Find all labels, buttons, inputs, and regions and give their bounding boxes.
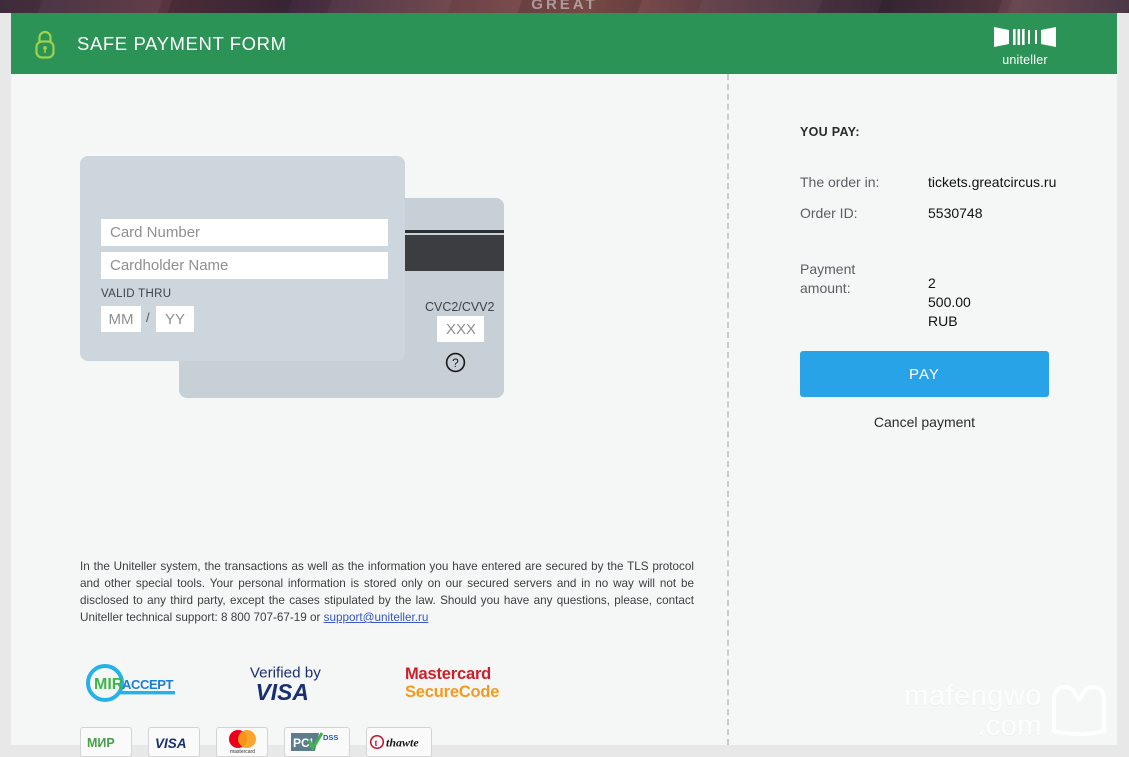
mastercard-securecode-line2: SecureCode [405,683,500,701]
padlock-icon [35,30,55,59]
payment-page: SAFE PAYMENT FORM uniteller CVC2/CVV2 XX… [11,13,1117,757]
site-background-word: GREAT [531,0,598,13]
pci-dss-badge: PCI DSS [284,727,350,757]
cvv-input-box[interactable] [437,316,484,342]
thawte-badge: t thawte [366,727,432,757]
svg-text:ACCEPT: ACCEPT [122,677,174,692]
question-mark-circle-icon[interactable]: ? [445,352,466,373]
svg-text:МИР: МИР [87,736,115,750]
support-email-link[interactable]: support@uniteller.ru [324,611,429,624]
uniteller-logo: uniteller [989,24,1061,67]
visa-badge-icon: VISA [155,736,187,750]
pay-button[interactable]: PAY [800,351,1049,397]
uniteller-mark-icon [994,27,1056,47]
svg-text:thawte: thawte [386,736,419,750]
svg-text:t: t [375,738,378,748]
mir-badge-icon: МИР [87,736,115,750]
svg-text:mastercard: mastercard [230,749,255,755]
pci-dss-badge-icon: PCI DSS [291,732,338,752]
site-background-strip: GREAT [0,0,1129,13]
uniteller-wordmark: uniteller [1002,53,1048,67]
order-site-label: The order in: [800,174,880,190]
cancel-payment-link[interactable]: Cancel payment [800,414,1049,430]
cardholder-name-input[interactable] [101,252,388,279]
mastercard-securecode-logo: Mastercard SecureCode [405,665,499,701]
verified-by-visa-logo: Verified by VISA [250,664,321,705]
svg-text:DSS: DSS [323,733,338,742]
order-id-label: Order ID: [800,205,858,221]
svg-text:MIR: MIR [94,676,124,693]
security-notice: In the Uniteller system, the transaction… [80,558,694,626]
mir-accept-logo: MIR ACCEPT [86,664,175,702]
credit-card-widget: CVC2/CVV2 ? VALID THRU / [80,156,510,406]
page-header: SAFE PAYMENT FORM uniteller [11,13,1117,74]
order-id-value: 5530748 [928,205,983,221]
visa-badge: VISA [148,727,200,757]
svg-text:VISA: VISA [256,679,309,705]
card-number-input[interactable] [101,219,388,246]
right-column: YOU PAY: The order in: tickets.greatcirc… [729,74,1117,745]
order-site-value: tickets.greatcircus.ru [928,174,1057,190]
svg-text:?: ? [452,356,459,370]
mastercard-securecode-line1: Mastercard [405,665,492,683]
expiry-separator: / [146,310,150,325]
payment-amount-value: 2 500.00 RUB [928,275,971,329]
mastercard-badge-icon: mastercard [229,730,256,755]
expiry-year-input[interactable] [156,306,194,332]
card-front-graphic: VALID THRU / [80,156,405,361]
thawte-badge-icon: t thawte [369,734,419,750]
summary-heading: YOU PAY: [800,125,860,139]
page-content: CVC2/CVV2 ? VALID THRU / I [11,74,1117,757]
expiry-month-input[interactable] [101,306,141,332]
cvv-input[interactable] [437,316,484,342]
left-column: CVC2/CVV2 ? VALID THRU / I [11,74,727,757]
certification-logos: MIR ACCEPT Verified by VISA Mastercard S… [80,659,499,707]
mir-badge: МИР [80,727,132,757]
mastercard-badge: mastercard [216,727,268,757]
payment-amount-label: Payment amount: [800,261,856,296]
cvv-label: CVC2/CVV2 [425,300,495,314]
payment-badges: МИР VISA mastercard PCI DSS t thawte [80,727,432,757]
valid-thru-label: VALID THRU [101,288,172,300]
page-title: SAFE PAYMENT FORM [77,32,287,54]
svg-text:VISA: VISA [155,736,187,750]
